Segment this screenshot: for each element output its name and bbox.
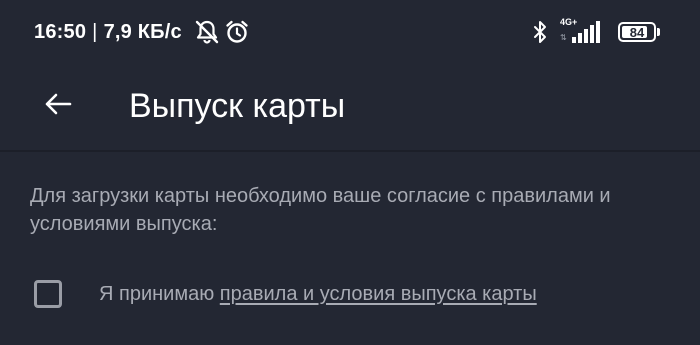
battery-level: 84 bbox=[629, 24, 645, 40]
page-title: Выпуск карты bbox=[129, 87, 346, 125]
back-button[interactable] bbox=[38, 86, 78, 126]
notifications-off-icon bbox=[194, 19, 220, 45]
app-bar: Выпуск карты bbox=[0, 70, 700, 150]
network-speed: 7,9 КБ/с bbox=[103, 20, 182, 43]
terms-link[interactable]: правила и условия выпуска карты bbox=[220, 283, 537, 305]
status-left: 16:50 | 7,9 КБ/с bbox=[34, 19, 250, 45]
alarm-icon bbox=[224, 19, 250, 45]
terms-checkbox[interactable] bbox=[34, 280, 62, 308]
arrow-left-icon bbox=[44, 92, 72, 121]
agree-label: Я принимаю правила и условия выпуска кар… bbox=[99, 283, 537, 306]
battery-icon: 84 bbox=[618, 22, 656, 42]
consent-description: Для загрузки карты необходимо ваше согла… bbox=[30, 185, 611, 235]
signal-4g-icon: 4G+ ⇅ bbox=[558, 17, 604, 45]
appbar-divider bbox=[0, 150, 700, 152]
status-time: 16:50 bbox=[34, 20, 87, 43]
bluetooth-icon bbox=[532, 19, 548, 45]
status-bar: 16:50 | 7,9 КБ/с 4G+ ⇅ 84 bbox=[0, 0, 700, 70]
agree-row[interactable]: Я принимаю правила и условия выпуска кар… bbox=[34, 280, 537, 308]
status-right: 4G+ ⇅ 84 bbox=[532, 17, 660, 45]
battery-tip bbox=[657, 28, 660, 36]
status-separator: | bbox=[92, 20, 98, 43]
agree-prefix: Я принимаю bbox=[99, 282, 220, 305]
